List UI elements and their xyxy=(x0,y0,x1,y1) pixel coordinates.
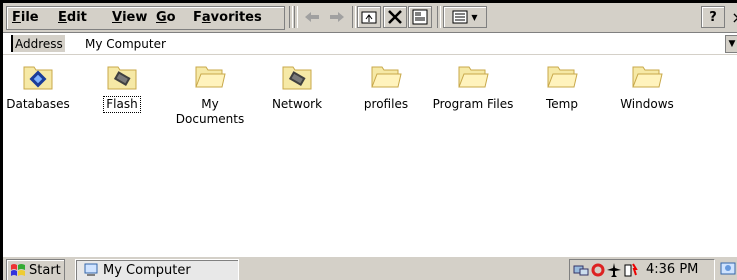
views-icon xyxy=(452,10,468,24)
back-button[interactable] xyxy=(300,6,324,28)
up-folder-icon xyxy=(361,11,377,24)
item-my-documents[interactable]: My Documents xyxy=(167,61,253,127)
start-button[interactable]: Start xyxy=(6,259,65,280)
database-icon xyxy=(23,66,53,90)
sync-icon[interactable] xyxy=(590,262,606,278)
menu-favorites[interactable]: Fa vorites xyxy=(193,3,262,32)
item-temp[interactable]: Temp xyxy=(519,61,605,112)
forward-button[interactable] xyxy=(325,6,349,28)
item-label: Windows xyxy=(620,97,674,111)
folder-icon xyxy=(195,66,226,88)
desktop-button[interactable] xyxy=(719,259,737,279)
views-dropdown-button[interactable]: ▼ xyxy=(443,6,487,28)
folder-icon xyxy=(547,66,578,88)
taskbar: Start My Computer 4:36 PM xyxy=(3,256,737,280)
close-button[interactable]: × xyxy=(726,6,737,28)
clock[interactable]: 4:36 PM xyxy=(646,262,698,277)
properties-button[interactable] xyxy=(408,6,432,28)
up-folder-button[interactable] xyxy=(357,6,381,28)
folder-icon xyxy=(632,66,663,88)
address-input[interactable]: My Computer xyxy=(85,35,166,52)
file-list: Databases Flash My Documents Network pro… xyxy=(3,55,737,251)
battery-power-icon[interactable] xyxy=(622,262,638,278)
delete-x-icon xyxy=(388,10,402,24)
item-label: Flash xyxy=(103,96,141,113)
address-dropdown-button[interactable]: ▼ xyxy=(725,35,737,53)
network-drive-icon xyxy=(282,66,312,90)
menu-view[interactable]: View xyxy=(112,3,147,32)
help-button[interactable]: ? xyxy=(701,6,725,28)
start-label: Start xyxy=(29,262,61,278)
address-bar: Address My Computer ▼ xyxy=(3,33,737,55)
close-icon: × xyxy=(731,8,737,27)
item-label: My Documents xyxy=(175,97,245,126)
item-label: Program Files xyxy=(432,97,514,111)
item-network[interactable]: Network xyxy=(254,61,340,112)
folder-icon xyxy=(458,66,489,88)
taskbar-task-my-computer[interactable]: My Computer xyxy=(75,259,239,280)
item-databases[interactable]: Databases xyxy=(3,61,81,112)
folder-icon xyxy=(371,66,402,88)
my-computer-icon xyxy=(84,263,98,276)
properties-icon xyxy=(412,9,428,25)
address-label: Address xyxy=(11,35,65,52)
back-arrow-icon xyxy=(305,12,319,22)
airplane-icon[interactable] xyxy=(606,262,622,278)
item-profiles[interactable]: profiles xyxy=(343,61,429,112)
item-label: Databases xyxy=(6,97,70,111)
delete-button[interactable] xyxy=(383,6,407,28)
toolbar-separator xyxy=(437,6,441,28)
toolbar-separator xyxy=(289,6,293,28)
help-label: ? xyxy=(709,9,717,25)
chevron-down-icon: ▼ xyxy=(471,12,478,22)
network-connection-icon[interactable] xyxy=(572,262,590,278)
system-tray: 4:36 PM xyxy=(569,259,715,280)
task-label: My Computer xyxy=(103,262,191,278)
item-flash[interactable]: Flash xyxy=(79,61,165,113)
menu-toolbar: File Edit View Go Fa vorites ▼ ? xyxy=(3,3,737,33)
toolbar-separator xyxy=(294,6,298,28)
menu-edit[interactable]: Edit xyxy=(58,3,87,32)
item-label: profiles xyxy=(363,97,409,111)
flash-storage-icon xyxy=(107,66,137,90)
item-program-files[interactable]: Program Files xyxy=(430,61,516,112)
menu-go[interactable]: Go xyxy=(156,3,176,32)
item-windows[interactable]: Windows xyxy=(604,61,690,112)
item-label: Network xyxy=(271,97,323,111)
toolbar-separator xyxy=(352,6,356,28)
desktop-icon xyxy=(720,262,736,275)
menu-file[interactable]: File xyxy=(12,3,39,32)
forward-arrow-icon xyxy=(330,12,344,22)
item-label: Temp xyxy=(546,97,578,111)
screen: File Edit View Go Fa vorites ▼ ? Address… xyxy=(3,3,737,280)
windows-flag-icon xyxy=(11,264,25,276)
chevron-down-icon: ▼ xyxy=(728,39,736,49)
